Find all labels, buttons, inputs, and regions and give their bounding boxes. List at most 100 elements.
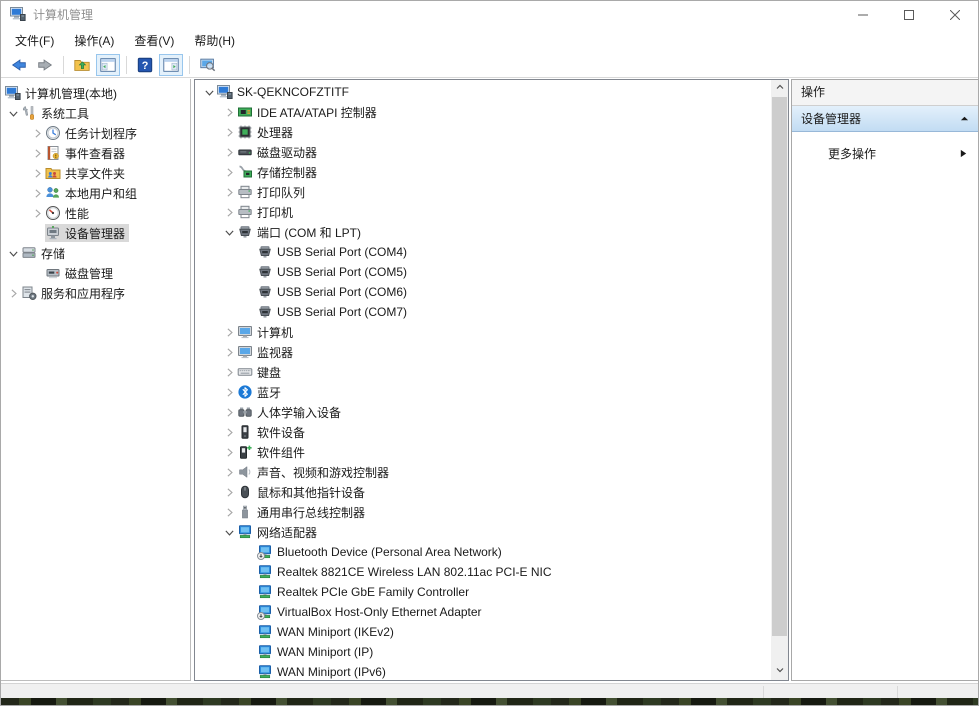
console-tree-item[interactable]: 任务计划程序 bbox=[1, 123, 190, 143]
chevron-right-icon[interactable] bbox=[221, 124, 237, 140]
chevron-right-icon[interactable] bbox=[221, 164, 237, 180]
keyboard-icon bbox=[237, 364, 253, 380]
tree-item-label: USB Serial Port (COM5) bbox=[277, 264, 411, 280]
console-tree-item[interactable]: 服务和应用程序 bbox=[1, 283, 190, 303]
chevron-right-icon[interactable] bbox=[221, 324, 237, 340]
chevron-right-icon[interactable] bbox=[29, 125, 45, 141]
chevron-right-icon[interactable] bbox=[221, 364, 237, 380]
action-item[interactable]: 更多操作 bbox=[792, 141, 978, 165]
device-tree-item[interactable]: 键盘 bbox=[195, 362, 771, 382]
chevron-down-icon[interactable] bbox=[5, 105, 21, 121]
device-tree-item[interactable]: 软件组件 bbox=[195, 442, 771, 462]
scroll-up-button[interactable] bbox=[771, 80, 788, 97]
console-tree-button[interactable] bbox=[96, 54, 120, 76]
chevron-down-icon[interactable] bbox=[201, 84, 217, 100]
tree-item-label: 网络适配器 bbox=[257, 523, 321, 542]
console-tree-item[interactable]: 磁盘管理 bbox=[1, 263, 190, 283]
collapse-arrow-icon[interactable] bbox=[960, 114, 969, 123]
tree-item-label: 蓝牙 bbox=[257, 383, 285, 402]
device-tree-item[interactable]: 网络适配器 bbox=[195, 522, 771, 542]
device-tree-item[interactable]: WAN Miniport (IKEv2) bbox=[195, 622, 771, 642]
vertical-scrollbar[interactable] bbox=[771, 80, 788, 680]
chevron-right-icon[interactable] bbox=[29, 145, 45, 161]
action-pane-button[interactable] bbox=[159, 54, 183, 76]
chevron-right-icon[interactable] bbox=[221, 204, 237, 220]
device-tree-item[interactable]: IDE ATA/ATAPI 控制器 bbox=[195, 102, 771, 122]
chevron-right-icon[interactable] bbox=[221, 404, 237, 420]
console-tree-item[interactable]: 性能 bbox=[1, 203, 190, 223]
device-tree-item[interactable]: 计算机 bbox=[195, 322, 771, 342]
tree-item-label: WAN Miniport (IKEv2) bbox=[277, 624, 398, 640]
device-tree-item[interactable]: Bluetooth Device (Personal Area Network) bbox=[195, 542, 771, 562]
chevron-right-icon[interactable] bbox=[221, 144, 237, 160]
forward-arrow-button[interactable] bbox=[33, 54, 57, 76]
console-tree-item[interactable]: 系统工具 bbox=[1, 103, 190, 123]
minimize-button[interactable] bbox=[840, 1, 886, 29]
device-tree-item[interactable]: 监视器 bbox=[195, 342, 771, 362]
chevron-right-icon[interactable] bbox=[221, 484, 237, 500]
chevron-right-icon[interactable] bbox=[221, 504, 237, 520]
device-tree-item[interactable]: SK-QEKNCOFZTITF bbox=[195, 82, 771, 102]
device-tree-item[interactable]: 鼠标和其他指针设备 bbox=[195, 482, 771, 502]
menu-item-3[interactable]: 查看(V) bbox=[124, 28, 184, 53]
menu-item-2[interactable]: 操作(A) bbox=[64, 28, 124, 53]
device-tree-item[interactable]: USB Serial Port (COM4) bbox=[195, 242, 771, 262]
chevron-right-icon[interactable] bbox=[221, 384, 237, 400]
device-tree-item[interactable]: 磁盘驱动器 bbox=[195, 142, 771, 162]
scroll-down-button[interactable] bbox=[771, 663, 788, 680]
scan-hardware-button[interactable] bbox=[196, 54, 220, 76]
chevron-right-icon[interactable] bbox=[221, 104, 237, 120]
chevron-down-icon[interactable] bbox=[5, 245, 21, 261]
device-tree-item[interactable]: WAN Miniport (IP) bbox=[195, 642, 771, 662]
chevron-right-icon[interactable] bbox=[221, 444, 237, 460]
scrollbar-thumb[interactable] bbox=[772, 97, 787, 636]
console-tree-item[interactable]: 共享文件夹 bbox=[1, 163, 190, 183]
console-tree-item[interactable]: 计算机管理(本地) bbox=[1, 83, 190, 103]
chevron-down-icon[interactable] bbox=[221, 224, 237, 240]
toolbar: ? bbox=[1, 53, 978, 78]
chevron-right-icon[interactable] bbox=[221, 424, 237, 440]
console-tree-item[interactable]: 事件查看器 bbox=[1, 143, 190, 163]
device-tree-item[interactable]: WAN Miniport (IPv6) bbox=[195, 662, 771, 681]
chevron-right-icon[interactable] bbox=[29, 165, 45, 181]
submenu-arrow-icon bbox=[959, 149, 968, 158]
device-tree-item[interactable]: Realtek PCIe GbE Family Controller bbox=[195, 582, 771, 602]
help-button[interactable]: ? bbox=[133, 54, 157, 76]
back-arrow-button[interactable] bbox=[7, 54, 31, 76]
device-tree-item[interactable]: 处理器 bbox=[195, 122, 771, 142]
device-tree-item[interactable]: 打印队列 bbox=[195, 182, 771, 202]
mouse-icon bbox=[237, 484, 253, 500]
menu-item-4[interactable]: 帮助(H) bbox=[184, 28, 245, 53]
device-tree-item[interactable]: USB Serial Port (COM7) bbox=[195, 302, 771, 322]
device-tree-item[interactable]: 声音、视频和游戏控制器 bbox=[195, 462, 771, 482]
chevron-right-icon[interactable] bbox=[29, 185, 45, 201]
actions-group-header[interactable]: 设备管理器 bbox=[792, 106, 978, 132]
chevron-right-icon[interactable] bbox=[221, 184, 237, 200]
device-tree-item[interactable]: VirtualBox Host-Only Ethernet Adapter bbox=[195, 602, 771, 622]
console-tree-item[interactable]: 设备管理器 bbox=[1, 223, 190, 243]
device-tree-item[interactable]: 软件设备 bbox=[195, 422, 771, 442]
chevron-right-icon[interactable] bbox=[221, 464, 237, 480]
maximize-button[interactable] bbox=[886, 1, 932, 29]
device-tree-item[interactable]: USB Serial Port (COM5) bbox=[195, 262, 771, 282]
console-tree-item[interactable]: 本地用户和组 bbox=[1, 183, 190, 203]
device-tree-item[interactable]: Realtek 8821CE Wireless LAN 802.11ac PCI… bbox=[195, 562, 771, 582]
device-tree-item[interactable]: USB Serial Port (COM6) bbox=[195, 282, 771, 302]
close-button[interactable] bbox=[932, 1, 978, 29]
device-tree-item[interactable]: 端口 (COM 和 LPT) bbox=[195, 222, 771, 242]
folder-up-button[interactable] bbox=[70, 54, 94, 76]
device-tree-item[interactable]: 通用串行总线控制器 bbox=[195, 502, 771, 522]
tree-item-label: SK-QEKNCOFZTITF bbox=[237, 84, 353, 100]
device-tree-item[interactable]: 打印机 bbox=[195, 202, 771, 222]
menu-item-1[interactable]: 文件(F) bbox=[5, 28, 64, 53]
storage-controller-icon bbox=[237, 164, 253, 180]
device-tree-item[interactable]: 蓝牙 bbox=[195, 382, 771, 402]
device-tree-item[interactable]: 人体学输入设备 bbox=[195, 402, 771, 422]
tree-item-label: 软件组件 bbox=[257, 443, 309, 462]
device-tree-item[interactable]: 存储控制器 bbox=[195, 162, 771, 182]
chevron-right-icon[interactable] bbox=[221, 344, 237, 360]
console-tree-item[interactable]: 存储 bbox=[1, 243, 190, 263]
chevron-right-icon[interactable] bbox=[29, 205, 45, 221]
chevron-right-icon[interactable] bbox=[5, 285, 21, 301]
chevron-down-icon[interactable] bbox=[221, 524, 237, 540]
